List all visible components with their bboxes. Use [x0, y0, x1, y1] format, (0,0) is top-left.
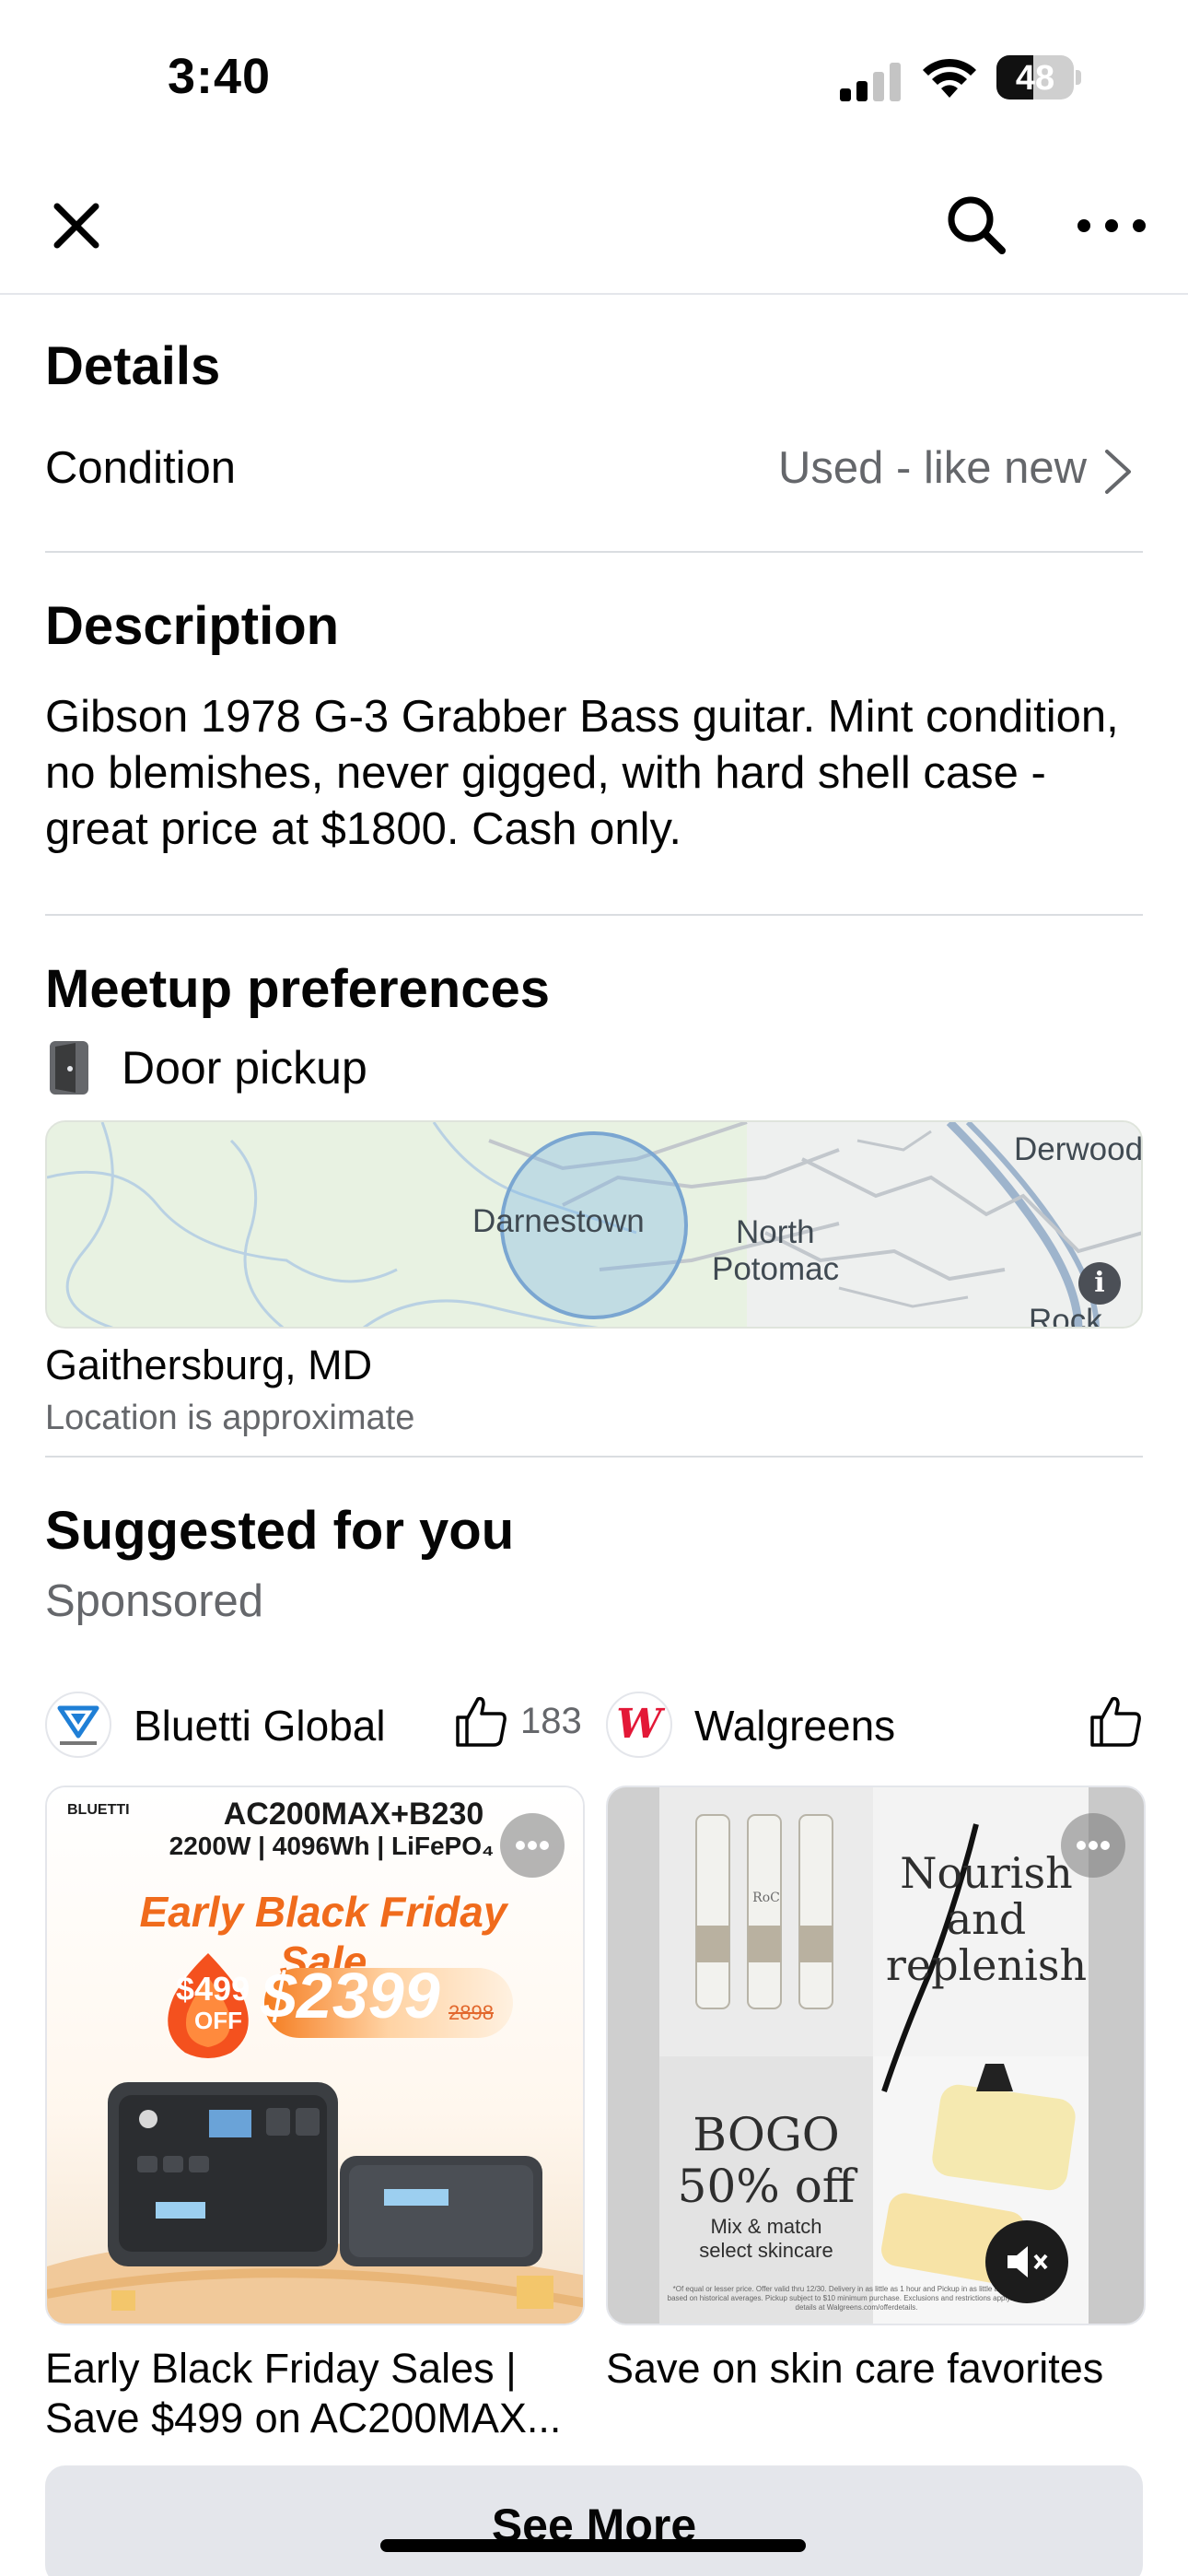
details-title: Details: [45, 336, 221, 396]
bluetti-off-amount: $499: [176, 1970, 250, 2008]
ad-options-button[interactable]: [500, 1813, 565, 1878]
cellular-signal-icon: [840, 63, 901, 101]
power-station-image: [47, 2082, 583, 2324]
advertiser-name: Walgreens: [694, 1702, 896, 1750]
walgreens-bogo: BOGO: [693, 2108, 840, 2161]
bluetti-logo: [45, 1692, 111, 1758]
description-text: Gibson 1978 G-3 Grabber Bass guitar. Min…: [45, 692, 1119, 854]
more-horizontal-icon: [1077, 1841, 1110, 1850]
advertiser-row[interactable]: W Walgreens: [606, 1692, 1146, 1758]
wifi-icon: [923, 58, 976, 98]
svg-text:W: W: [616, 1701, 666, 1748]
walgreens-headline: Nourish: [900, 1848, 1073, 1898]
bluetti-price: $2399: [261, 1960, 440, 2032]
condition-label: Condition: [45, 443, 237, 493]
suggested-title: Suggested for you: [45, 1501, 515, 1561]
description-title: Description: [45, 596, 340, 656]
door-icon: [50, 1041, 88, 1095]
condition-value: Used - like new: [778, 443, 1087, 493]
map-label-town: Potomac: [712, 1251, 840, 1287]
location-city: Gaithersburg, MD: [45, 1341, 373, 1388]
see-more-button[interactable]: See More: [45, 2465, 1143, 2576]
advertiser-row[interactable]: Bluetti Global 183: [45, 1692, 585, 1758]
product-label: RoC: [752, 1891, 780, 1905]
map-label-town: Darnestown: [472, 1203, 645, 1239]
advertiser-name: Bluetti Global: [134, 1702, 386, 1750]
top-navigation-bar: [0, 157, 1188, 295]
walgreens-logo: W: [606, 1692, 672, 1758]
divider: [45, 551, 1143, 553]
location-note: Location is approximate: [45, 1399, 415, 1437]
speaker-muted-icon: [1007, 2246, 1048, 2277]
ad-title-line: Early Black Friday Sales |: [45, 2345, 517, 2392]
battery-icon: 48: [996, 55, 1081, 100]
bluetti-off-label: OFF: [194, 2007, 242, 2034]
home-indicator[interactable]: [380, 2539, 806, 2552]
ad-options-button[interactable]: [1061, 1813, 1125, 1878]
like-icon[interactable]: [452, 1692, 511, 1751]
walgreens-headline: replenish: [885, 1940, 1088, 1990]
ad-title[interactable]: Early Black Friday Sales | Save $499 on …: [45, 2344, 585, 2443]
ad-card-walgreens[interactable]: RoC Nourish and replenish BOGO 50% off M…: [606, 1786, 1146, 2325]
chevron-right-icon: [1105, 450, 1131, 494]
walgreens-mix: select skincare: [699, 2239, 833, 2262]
like-count: 183: [520, 1701, 582, 1741]
walgreens-headline: and: [946, 1894, 1027, 1944]
status-bar: 3:40 48: [0, 0, 1188, 157]
meetup-option: Door pickup: [122, 1042, 367, 1094]
ad-title-line: Save on skin care favorites: [606, 2345, 1104, 2392]
map-label-town: Derwood: [1014, 1131, 1143, 1167]
more-horizontal-icon[interactable]: [1074, 203, 1149, 249]
location-map[interactable]: Darnestown North Potomac Derwood Rock i: [45, 1120, 1143, 1329]
battery-level: 48: [1015, 59, 1055, 98]
close-icon[interactable]: [46, 195, 107, 256]
ad-title-line: Save $499 on AC200MAX...: [45, 2395, 562, 2441]
like-icon[interactable]: [1087, 1692, 1146, 1751]
ad-card-bluetti[interactable]: BLUETTI AC200MAX+B230 2200W | 4096Wh | L…: [45, 1786, 585, 2325]
bluetti-old-price: 2898: [448, 2001, 494, 2024]
info-icon[interactable]: i: [1078, 1262, 1121, 1305]
walgreens-mix: Mix & match: [710, 2215, 822, 2238]
meetup-title: Meetup preferences: [45, 959, 550, 1019]
search-icon[interactable]: [943, 192, 1009, 258]
unmute-button[interactable]: [985, 2220, 1068, 2303]
divider: [45, 1456, 1143, 1458]
more-horizontal-icon: [516, 1841, 549, 1850]
map-label-town: Rock: [1029, 1303, 1102, 1329]
walgreens-offer: 50% off: [677, 2160, 856, 2213]
status-time: 3:40: [168, 49, 272, 104]
map-label-town: North: [736, 1214, 815, 1250]
ad-title[interactable]: Save on skin care favorites: [606, 2344, 1146, 2394]
sponsored-label: Sponsored: [45, 1576, 264, 1626]
divider: [45, 914, 1143, 916]
